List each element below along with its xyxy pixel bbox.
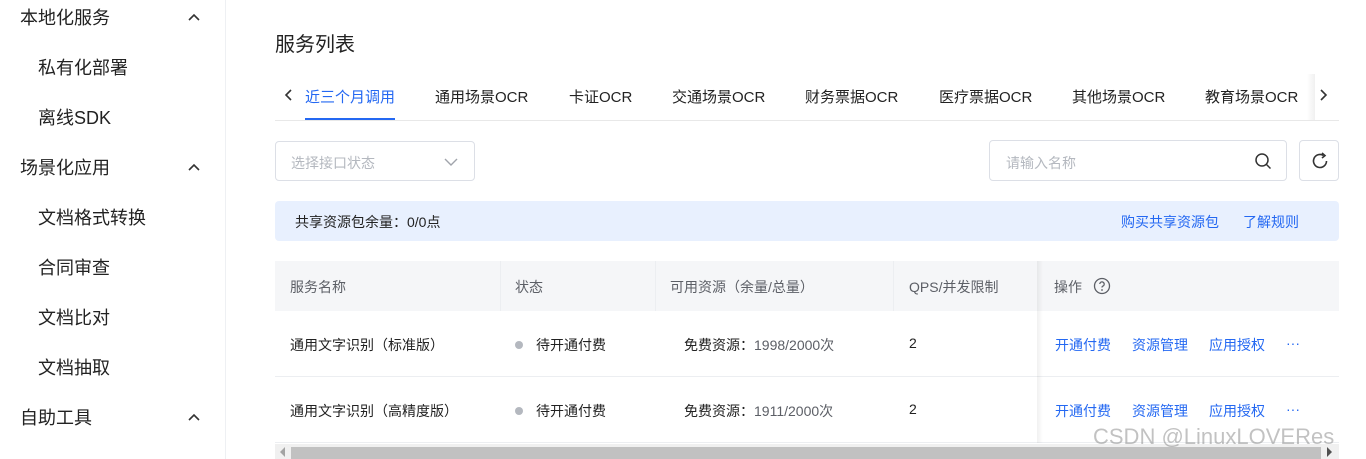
qps-value: 2 (909, 401, 917, 417)
resource-management-link[interactable]: 资源管理 (1132, 335, 1188, 355)
active-tab-indicator (305, 118, 395, 120)
sidebar-item-doc-extract[interactable]: 文档抽取 (0, 347, 226, 387)
more-actions-icon[interactable]: ··· (1286, 401, 1300, 417)
tab-traffic-ocr[interactable]: 交通场景OCR (672, 86, 765, 107)
column-header-qps: QPS/并发限制 (909, 279, 999, 295)
status-select-placeholder: 选择接口状态 (291, 155, 375, 171)
shared-resource-balance: 共享资源包余量：0/0点 (295, 214, 441, 230)
fixed-column-shadow (1037, 261, 1043, 443)
column-header-status: 状态 (515, 279, 543, 295)
resource-management-link[interactable]: 资源管理 (1132, 401, 1188, 421)
watermark: CSDN @LinuxLOVERes (1093, 424, 1335, 449)
resource-label: 免费资源： (684, 403, 754, 419)
tab-bar: 近三个月调用 通用场景OCR 卡证OCR 交通场景OCR 财务票据OCR 医疗票… (275, 74, 1339, 121)
column-header-name: 服务名称 (290, 279, 346, 295)
sidebar-group-local-service[interactable]: 本地化服务 (0, 0, 226, 37)
sidebar-group-label: 本地化服务 (20, 8, 110, 28)
chevron-left-icon[interactable] (281, 86, 297, 104)
status-text: 待开通付费 (536, 403, 606, 419)
sidebar-item-private-deploy[interactable]: 私有化部署 (0, 47, 226, 87)
tab-other-ocr[interactable]: 其他场景OCR (1072, 86, 1165, 107)
tab-finance-ocr[interactable]: 财务票据OCR (805, 86, 898, 107)
help-icon[interactable] (1093, 277, 1111, 295)
status-dot (515, 407, 523, 416)
status-cell: 待开通付费 (515, 401, 606, 421)
column-header-resource: 可用资源（余量/总量） (670, 279, 814, 295)
search-icon[interactable] (1254, 152, 1272, 170)
scroll-left-arrow-icon[interactable] (280, 447, 285, 457)
sidebar-item-doc-compare[interactable]: 文档比对 (0, 297, 226, 337)
resource-cell: 免费资源：1998/2000次 (684, 335, 834, 355)
refresh-icon (1312, 152, 1328, 169)
activate-payment-link[interactable]: 开通付费 (1055, 401, 1111, 421)
tab-medical-ocr[interactable]: 医疗票据OCR (939, 86, 1032, 107)
resource-value: 1998/2000次 (754, 337, 835, 353)
sidebar-group-scenario-apps[interactable]: 场景化应用 (0, 147, 226, 187)
status-cell: 待开通付费 (515, 335, 606, 355)
chevron-up-icon (188, 413, 200, 421)
qps-value: 2 (909, 335, 917, 351)
activate-payment-link[interactable]: 开通付费 (1055, 335, 1111, 355)
sidebar-item-offline-sdk[interactable]: 离线SDK (0, 97, 226, 137)
search-input[interactable]: 请输入名称 (989, 140, 1287, 181)
sidebar-group-label: 自助工具 (20, 408, 92, 428)
chevron-up-icon (188, 163, 200, 171)
tab-recent-calls[interactable]: 近三个月调用 (305, 86, 395, 107)
sidebar-item-doc-convert[interactable]: 文档格式转换 (0, 197, 226, 237)
sidebar-group-label: 场景化应用 (20, 158, 110, 178)
status-dot (515, 341, 523, 350)
app-authorization-link[interactable]: 应用授权 (1209, 335, 1265, 355)
sidebar-group-self-service-tools[interactable]: 自助工具 (0, 397, 226, 437)
refresh-button[interactable] (1299, 140, 1339, 181)
sidebar-item-contract-review[interactable]: 合同审查 (0, 247, 226, 287)
resource-value: 1911/2000次 (754, 403, 834, 419)
service-table: 服务名称 状态 可用资源（余量/总量） QPS/并发限制 操作 通用文字识别（标… (275, 261, 1339, 451)
tab-general-ocr[interactable]: 通用场景OCR (435, 86, 528, 107)
chevron-up-icon (188, 13, 200, 21)
service-name: 通用文字识别（标准版） (290, 337, 444, 353)
status-select[interactable]: 选择接口状态 (275, 141, 475, 181)
tab-overflow-fade (1307, 74, 1315, 120)
resource-label: 免费资源： (684, 337, 754, 353)
buy-shared-resource-link[interactable]: 购买共享资源包 (1121, 212, 1219, 232)
shared-resource-notice: 共享资源包余量：0/0点 购买共享资源包 了解规则 (275, 201, 1339, 241)
service-name: 通用文字识别（高精度版） (290, 403, 458, 419)
table-header: 服务名称 状态 可用资源（余量/总量） QPS/并发限制 操作 (275, 261, 1339, 311)
tab-card-ocr[interactable]: 卡证OCR (569, 86, 632, 107)
table-row: 通用文字识别（标准版） 待开通付费 免费资源：1998/2000次 2 开通付费… (275, 311, 1339, 377)
chevron-right-icon[interactable] (1315, 86, 1331, 104)
more-actions-icon[interactable]: ··· (1286, 335, 1300, 351)
tab-education-ocr[interactable]: 教育场景OCR (1205, 86, 1298, 107)
status-text: 待开通付费 (536, 337, 606, 353)
learn-rules-link[interactable]: 了解规则 (1243, 212, 1299, 232)
search-placeholder: 请输入名称 (1006, 155, 1076, 171)
sidebar: 本地化服务 私有化部署 离线SDK 场景化应用 文档格式转换 合同审查 文档比对… (0, 0, 226, 459)
column-header-actions: 操作 (1054, 279, 1082, 295)
main-content: 服务列表 近三个月调用 通用场景OCR 卡证OCR 交通场景OCR 财务票据OC… (226, 0, 1366, 459)
chevron-down-icon (444, 158, 458, 166)
page-title: 服务列表 (275, 34, 355, 56)
app-authorization-link[interactable]: 应用授权 (1209, 401, 1265, 421)
resource-cell: 免费资源：1911/2000次 (684, 401, 833, 421)
